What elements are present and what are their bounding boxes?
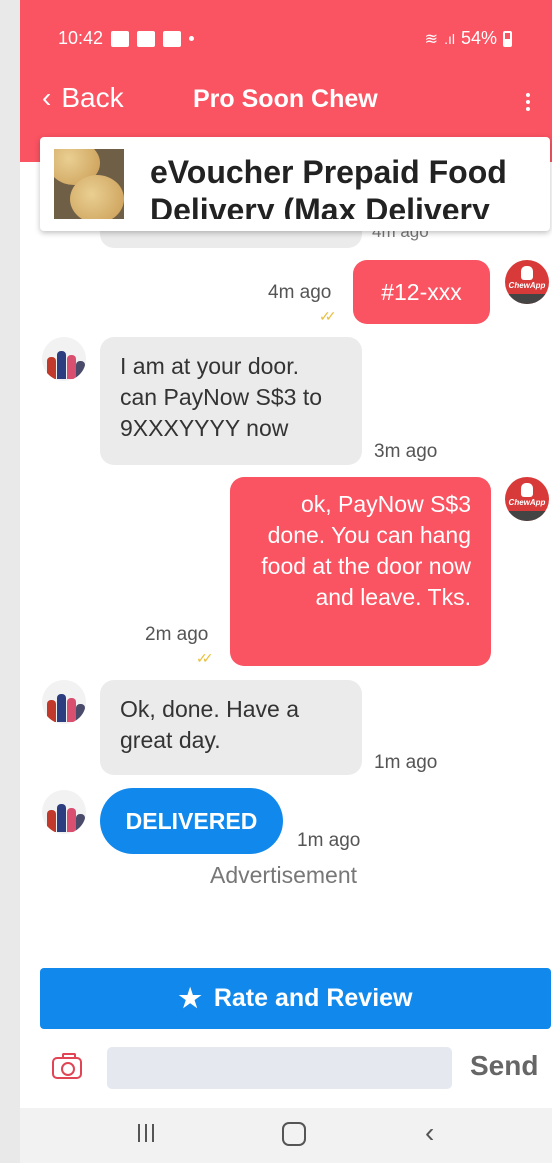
user-avatar: [42, 790, 86, 834]
status-bar: 10:42 ≋ .ıl 54%: [58, 28, 512, 54]
message-time: 2m ago: [145, 624, 209, 645]
message-composer: Send: [20, 1040, 552, 1100]
message-time: 3m ago: [374, 441, 438, 462]
chewapp-avatar: ChewApp: [505, 260, 549, 304]
message-bubble-incoming: I am at your door. can PayNow S$3 to 9XX…: [100, 337, 362, 465]
back-button[interactable]: ‹ Back: [42, 82, 124, 114]
star-icon: ★: [178, 983, 202, 1013]
message-time: 1m ago: [374, 752, 438, 773]
camera-icon[interactable]: [52, 1053, 82, 1079]
chevron-left-icon: ‹: [42, 82, 52, 113]
read-receipt-icon: ✓✓: [196, 650, 214, 666]
system-navigation-bar: ‹: [20, 1108, 552, 1163]
message-bubble-outgoing: #12-xxx: [353, 260, 490, 324]
advertisement-label: Advertisement: [210, 862, 358, 888]
message-time: 4m ago: [268, 282, 332, 303]
rate-and-review-label: Rate and Review: [213, 984, 413, 1012]
message-time: 1m ago: [297, 830, 361, 851]
recent-apps-icon[interactable]: [138, 1124, 160, 1144]
home-icon[interactable]: [282, 1122, 306, 1146]
message-notification-icon: [163, 30, 182, 47]
wifi-icon: ≋: [424, 30, 439, 48]
user-avatar: [42, 337, 86, 381]
chat-title: Pro Soon Chew: [193, 85, 378, 113]
product-name: eVoucher Prepaid Food Delivery (Max Deli…: [150, 154, 507, 219]
chat-messages: 4m ago 4m ago ✓✓ #12-xxx ChewApp I am at…: [20, 162, 552, 962]
product-card[interactable]: eVoucher Prepaid Food Delivery (Max Deli…: [40, 137, 550, 231]
product-thumbnail: [54, 149, 124, 219]
signal-icon: .ıl: [444, 30, 455, 47]
gallery-notification-icon: [137, 30, 156, 47]
system-back-icon[interactable]: ‹: [425, 1117, 434, 1149]
read-receipt-icon: ✓✓: [319, 308, 337, 324]
phone-screen: 10:42 ≋ .ıl 54% ‹ Back Pro Soon Chew eVo…: [20, 0, 552, 1163]
status-time: 10:42: [58, 28, 104, 48]
message-bubble-outgoing: ok, PayNow S$3 done. You can hang food a…: [230, 477, 491, 666]
message-bubble-incoming: Ok, done. Have a great day.: [100, 680, 362, 775]
kebab-menu-icon[interactable]: [526, 90, 532, 114]
chewapp-avatar: ChewApp: [505, 477, 549, 521]
message-input[interactable]: [107, 1047, 452, 1089]
rate-and-review-button[interactable]: ★ Rate and Review: [40, 968, 551, 1029]
calendar-notification-icon: [111, 30, 130, 47]
more-notifications-icon: [189, 36, 195, 41]
user-avatar: [42, 680, 86, 724]
delivered-badge: DELIVERED: [100, 788, 283, 854]
battery-icon: [503, 30, 512, 47]
back-label: Back: [61, 82, 124, 113]
send-button[interactable]: Send: [470, 1050, 538, 1082]
battery-level: 54%: [460, 28, 497, 48]
